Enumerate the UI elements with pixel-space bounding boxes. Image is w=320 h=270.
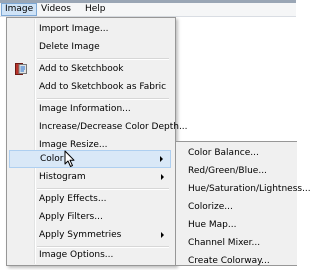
- menu-item-label: Color: [40, 154, 64, 164]
- menu-bar: Image Videos Help: [0, 3, 296, 17]
- submenu-arrow-icon: [161, 232, 164, 238]
- menu-image[interactable]: Image: [1, 3, 38, 16]
- menu-item-apply-symmetries[interactable]: Apply Symmetries: [9, 226, 171, 244]
- menu-item-color-depth[interactable]: Increase/Decrease Color Depth...: [9, 118, 188, 136]
- menu-item-image-information[interactable]: Image Information...: [9, 100, 171, 118]
- menu-item-delete-image[interactable]: Delete Image: [9, 38, 171, 56]
- image-menu-dropdown: Import Image... Delete Image Add to Sket…: [6, 17, 188, 266]
- menu-separator: [37, 98, 169, 100]
- menu-item-color[interactable]: Color: [9, 150, 171, 168]
- submenu-item-create-colorway[interactable]: Create Colorway...: [176, 252, 297, 270]
- color-submenu: Color Balance... Red/Green/Blue... Hue/S…: [175, 141, 311, 266]
- submenu-item-label: Create Colorway...: [188, 256, 270, 266]
- submenu-item-hue-map[interactable]: Hue Map...: [176, 216, 297, 234]
- submenu-item-colorize[interactable]: Colorize...: [176, 198, 297, 216]
- submenu-arrow-icon: [160, 156, 163, 162]
- menu-item-label: Increase/Decrease Color Depth...: [39, 122, 188, 132]
- menu-item-label: Apply Effects...: [39, 194, 107, 204]
- submenu-item-label: Color Balance...: [188, 148, 259, 158]
- submenu-item-label: Hue Map...: [188, 220, 237, 230]
- menu-item-label: Import Image...: [39, 24, 109, 34]
- submenu-item-label: Channel Mixer...: [188, 238, 261, 248]
- menu-item-apply-filters[interactable]: Apply Filters...: [9, 208, 171, 226]
- menu-separator: [37, 58, 169, 60]
- submenu-arrow-icon: [161, 174, 164, 180]
- menu-help[interactable]: Help: [82, 3, 109, 16]
- menu-videos[interactable]: Videos: [38, 3, 74, 16]
- mouse-cursor-icon: [64, 150, 75, 167]
- menu-item-add-to-sketchbook-as-fabric[interactable]: Add to Sketchbook as Fabric: [9, 78, 171, 96]
- menu-item-label: Add to Sketchbook: [39, 64, 124, 74]
- menu-item-import-image[interactable]: Import Image...: [9, 20, 171, 38]
- menu-item-label: Image Information...: [39, 104, 131, 114]
- submenu-item-label: Colorize...: [188, 202, 233, 212]
- menu-item-apply-effects[interactable]: Apply Effects...: [9, 190, 171, 208]
- submenu-item-channel-mixer[interactable]: Channel Mixer...: [176, 234, 297, 252]
- menu-item-label: Apply Symmetries: [39, 230, 122, 240]
- submenu-item-color-balance[interactable]: Color Balance...: [176, 144, 297, 162]
- sketchbook-icon: [15, 63, 27, 75]
- menu-item-label: Image Options...: [39, 250, 114, 260]
- menu-item-label: Histogram: [39, 172, 86, 182]
- submenu-item-red-green-blue[interactable]: Red/Green/Blue...: [176, 162, 297, 180]
- submenu-item-label: Hue/Saturation/Lightness...: [188, 184, 311, 194]
- menu-item-histogram[interactable]: Histogram: [9, 168, 171, 186]
- menu-item-label: Delete Image: [39, 42, 100, 52]
- submenu-item-label: Red/Green/Blue...: [188, 166, 267, 176]
- menu-item-label: Apply Filters...: [39, 212, 103, 222]
- menu-item-image-options[interactable]: Image Options...: [9, 246, 171, 264]
- menu-item-add-to-sketchbook[interactable]: Add to Sketchbook: [9, 60, 171, 78]
- menu-separator: [37, 188, 169, 190]
- menu-item-label: Add to Sketchbook as Fabric: [39, 82, 167, 92]
- submenu-item-hue-saturation-lightness[interactable]: Hue/Saturation/Lightness...: [176, 180, 311, 198]
